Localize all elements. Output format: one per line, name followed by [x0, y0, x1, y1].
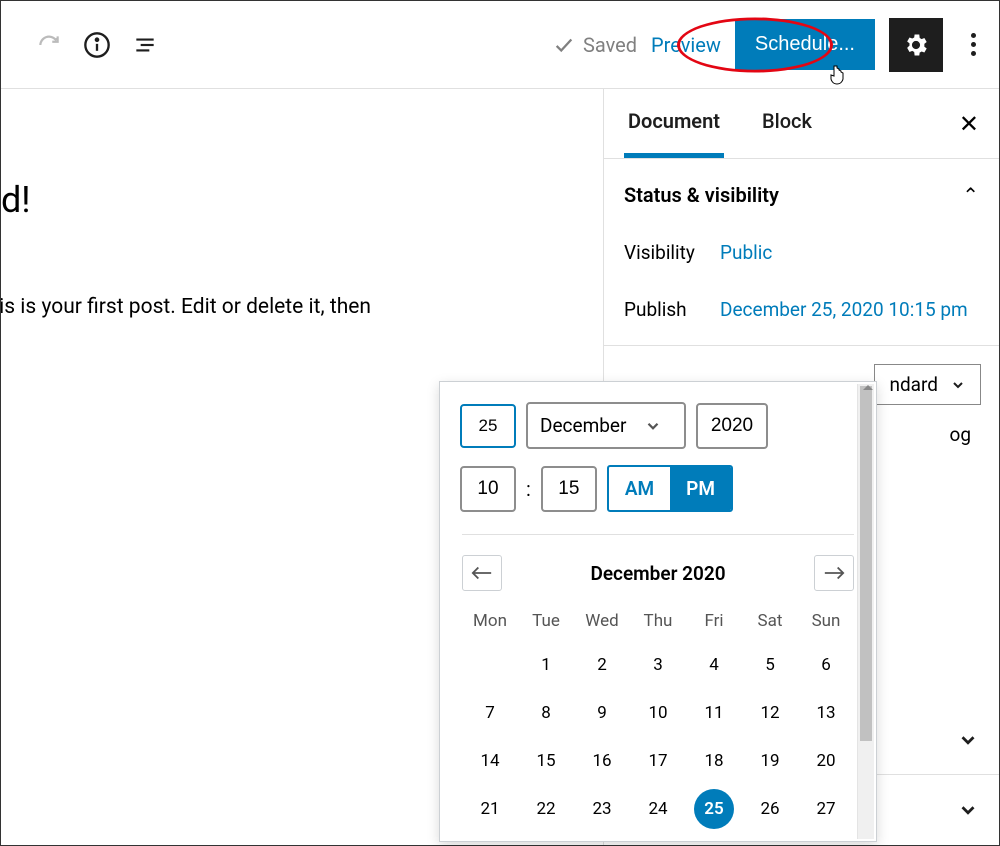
saved-label: Saved [583, 33, 637, 57]
calendar-day[interactable]: 7 [462, 693, 518, 733]
calendar-day[interactable]: 12 [742, 693, 798, 733]
redo-button[interactable] [31, 27, 67, 63]
chevron-up-icon: ⌃ [962, 183, 979, 207]
calendar-day[interactable]: 1 [518, 645, 574, 685]
year-input[interactable] [696, 403, 768, 449]
popover-scrollbar[interactable] [857, 384, 874, 839]
calendar-day[interactable]: 18 [686, 741, 742, 781]
datetime-popover: December : AM PM December 2020 Mon Tue W… [439, 381, 877, 842]
schedule-button[interactable]: Schedule... [735, 19, 875, 70]
close-sidebar-button[interactable]: ✕ [959, 110, 979, 138]
tab-block[interactable]: Block [758, 89, 816, 158]
calendar-day[interactable]: 23 [574, 789, 630, 829]
calendar-month-title: December 2020 [590, 562, 725, 585]
dow: Sun [798, 605, 854, 637]
visibility-value[interactable]: Public [720, 241, 772, 264]
dow: Thu [630, 605, 686, 637]
calendar-day[interactable]: 15 [518, 741, 574, 781]
post-title[interactable]: d! [1, 179, 603, 221]
publish-value[interactable]: December 25, 2020 10:15 pm [720, 298, 968, 321]
publish-label: Publish [624, 298, 720, 321]
prev-month-button[interactable] [462, 555, 502, 591]
post-format-select[interactable]: ndard [874, 364, 981, 405]
more-menu-button[interactable] [957, 21, 989, 69]
calendar-day[interactable]: 6 [798, 645, 854, 685]
panel-header[interactable]: Status & visibility ⌃ [624, 183, 979, 207]
calendar-day[interactable]: 3 [630, 645, 686, 685]
dow: Fri [686, 605, 742, 637]
am-option[interactable]: AM [609, 467, 670, 510]
calendar-day[interactable]: 5 [742, 645, 798, 685]
calendar-day-selected[interactable]: 25 [694, 789, 734, 829]
preview-link[interactable]: Preview [651, 33, 721, 57]
calendar-day[interactable]: 17 [630, 741, 686, 781]
saved-status: Saved [553, 33, 637, 57]
calendar-day[interactable]: 10 [630, 693, 686, 733]
month-value: December [540, 414, 626, 437]
day-input[interactable] [460, 404, 516, 448]
calendar-day[interactable]: 19 [742, 741, 798, 781]
panel-title: Status & visibility [624, 183, 779, 207]
month-select[interactable]: December [526, 402, 686, 449]
dow: Mon [462, 605, 518, 637]
time-colon: : [526, 477, 531, 501]
hour-input[interactable] [460, 466, 516, 512]
outline-icon[interactable] [127, 27, 163, 63]
dow: Wed [574, 605, 630, 637]
calendar-day[interactable]: 16 [574, 741, 630, 781]
editor-toolbar: Saved Preview Schedule... [1, 1, 999, 89]
calendar-day[interactable]: 14 [462, 741, 518, 781]
calendar-day[interactable]: 20 [798, 741, 854, 781]
calendar-day[interactable]: 27 [798, 789, 854, 829]
calendar-grid: Mon Tue Wed Thu Fri Sat Sun 1 2 3 4 5 6 … [440, 599, 876, 841]
calendar-day[interactable]: 9 [574, 693, 630, 733]
dow: Tue [518, 605, 574, 637]
next-month-button[interactable] [814, 555, 854, 591]
visibility-label: Visibility [624, 241, 720, 264]
dow: Sat [742, 605, 798, 637]
calendar-day[interactable]: 24 [630, 789, 686, 829]
tab-document[interactable]: Document [624, 89, 724, 158]
minute-input[interactable] [541, 466, 597, 512]
calendar-day[interactable]: 4 [686, 645, 742, 685]
pm-option[interactable]: PM [670, 467, 731, 510]
ampm-toggle[interactable]: AM PM [607, 465, 733, 512]
calendar-day[interactable]: 8 [518, 693, 574, 733]
other-fragment: og [949, 423, 971, 446]
calendar-day[interactable]: 11 [686, 693, 742, 733]
info-icon[interactable] [79, 27, 115, 63]
calendar-day[interactable]: 26 [742, 789, 798, 829]
calendar-day[interactable]: 21 [462, 789, 518, 829]
calendar-day[interactable]: 2 [574, 645, 630, 685]
settings-button[interactable] [889, 18, 943, 72]
panel-status-visibility: Status & visibility ⌃ Visibility Public … [604, 159, 999, 346]
format-value: ndard [889, 373, 938, 396]
calendar-day[interactable]: 13 [798, 693, 854, 733]
post-content[interactable]: ordPress. This is your first post. Edit … [1, 291, 603, 325]
calendar-day[interactable]: 22 [518, 789, 574, 829]
